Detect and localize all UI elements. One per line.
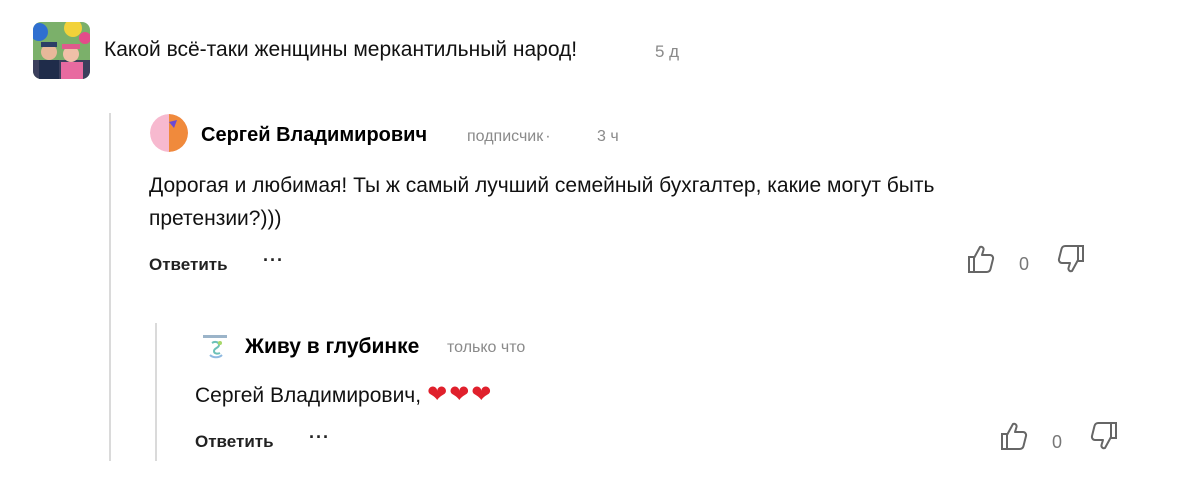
thumbs-up-icon: [1001, 422, 1028, 450]
author-role: подписчик ·: [467, 128, 556, 146]
comment-text: Какой всё-таки женщины меркантильный нар…: [104, 38, 578, 61]
comment-time: 5 д: [655, 42, 680, 61]
dislike-button[interactable]: [1087, 420, 1119, 452]
reply-button[interactable]: Ответить: [195, 432, 274, 452]
reply-button[interactable]: Ответить: [149, 255, 228, 275]
reply-time: 3 ч: [597, 128, 619, 145]
thumbs-down-icon: [1090, 422, 1117, 450]
reply-text: Дорогая и любимая! Ты ж самый лучший сем…: [149, 174, 935, 230]
avatar-logo-icon: [198, 331, 232, 365]
thumbs-up-icon: [968, 245, 995, 273]
reply-text-row: Сергей Владимирович, ❤❤❤: [195, 380, 493, 408]
avatar[interactable]: [150, 114, 188, 152]
author-name[interactable]: Живу в глубинке: [245, 335, 419, 359]
more-options-button[interactable]: ···: [309, 427, 330, 448]
heart-emoji-icon: ❤❤❤: [427, 380, 494, 408]
avatar[interactable]: [33, 22, 90, 79]
dislike-button[interactable]: [1054, 243, 1086, 275]
thread-line: [109, 113, 111, 461]
more-options-button[interactable]: ···: [263, 250, 284, 271]
like-button[interactable]: [999, 420, 1031, 452]
role-label: подписчик: [467, 128, 544, 145]
separator: ·: [545, 128, 551, 145]
like-count: 0: [1052, 432, 1063, 452]
like-count: 0: [1019, 254, 1030, 274]
reply-time: только что: [447, 339, 526, 356]
thread-line-nested: [155, 323, 157, 461]
like-button[interactable]: [966, 243, 998, 275]
avatar[interactable]: [198, 331, 232, 365]
reply-text: Сергей Владимирович,: [195, 384, 422, 407]
author-name[interactable]: Сергей Владимирович: [201, 124, 427, 147]
avatar-initial-icon: [150, 114, 188, 152]
avatar-photo-icon: [33, 22, 90, 79]
thumbs-down-icon: [1057, 245, 1084, 273]
